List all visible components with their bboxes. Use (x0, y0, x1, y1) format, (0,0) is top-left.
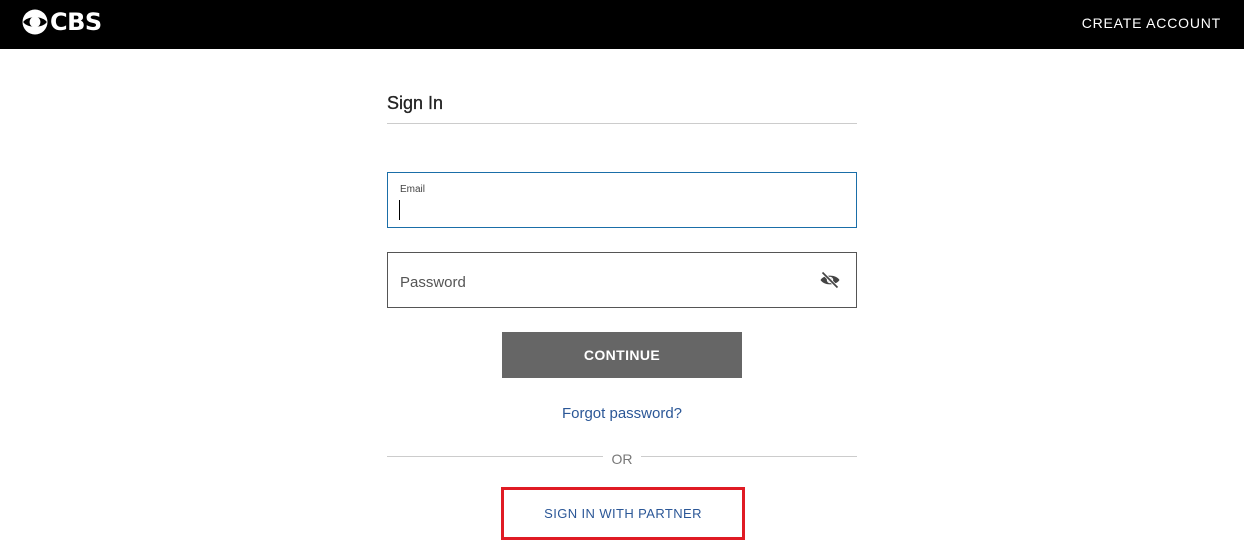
email-field[interactable]: Email (387, 172, 857, 228)
or-divider-left (387, 456, 603, 457)
forgot-password-link[interactable]: Forgot password? (387, 405, 857, 422)
page-title: Sign In (387, 93, 444, 113)
email-field-label: Email (400, 184, 426, 195)
continue-button[interactable]: CONTINUE (502, 332, 742, 378)
title-divider (387, 123, 857, 124)
eye-slash-icon[interactable] (818, 268, 842, 292)
create-account-link[interactable]: CREATE ACCOUNT (1082, 15, 1221, 31)
sign-in-with-partner-button[interactable]: SIGN IN WITH PARTNER (504, 490, 742, 537)
text-cursor (399, 200, 400, 220)
cbs-eye-icon (22, 9, 48, 35)
cbs-logo[interactable]: CBS (22, 9, 102, 35)
cbs-logo-text: CBS (50, 8, 102, 36)
password-field[interactable]: Password (387, 252, 857, 308)
top-navigation-bar: CBS CREATE ACCOUNT (0, 0, 1244, 49)
password-placeholder: Password (400, 274, 466, 291)
or-separator-label: OR (611, 451, 633, 467)
or-divider-right (641, 456, 857, 457)
